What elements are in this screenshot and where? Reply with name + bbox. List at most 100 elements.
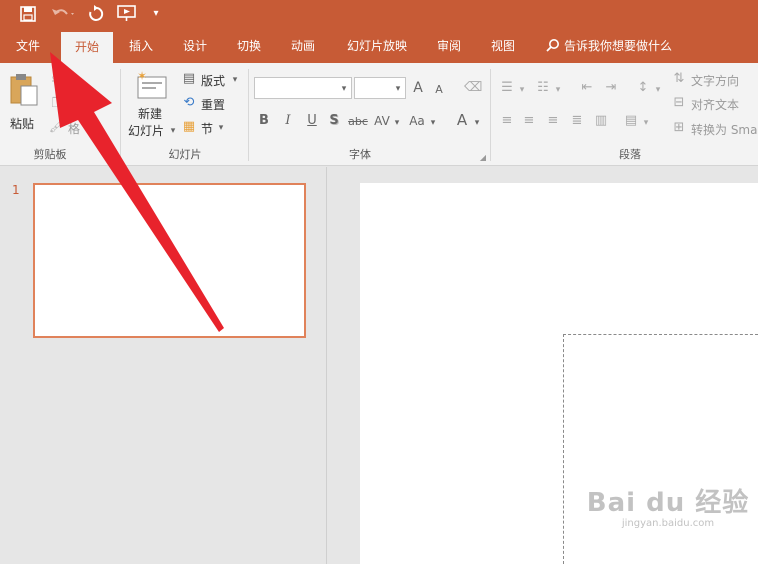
shadow-button[interactable]: S xyxy=(327,113,341,129)
font-color-dropdown-icon[interactable]: ▾ xyxy=(472,115,482,131)
tab-home[interactable]: 开始 xyxy=(61,32,113,63)
slide-thumbnail[interactable] xyxy=(33,183,306,338)
numbering-dropdown-icon[interactable]: ▾ xyxy=(553,82,563,98)
align-center-icon[interactable]: ≡ xyxy=(520,113,538,129)
layout-icon: ▤ xyxy=(182,71,196,86)
align-right-icon[interactable]: ≡ xyxy=(544,113,562,129)
character-spacing-dropdown-icon[interactable]: ▾ xyxy=(392,115,402,131)
text-direction-button[interactable]: ⇅ 文字方向 xyxy=(670,71,758,89)
bullets-icon[interactable]: ☰ xyxy=(498,80,516,96)
clipboard-group-label: 剪贴板 xyxy=(33,148,67,161)
paste-button[interactable]: 粘贴 xyxy=(6,71,42,131)
columns-icon[interactable]: ▤ xyxy=(622,113,640,129)
group-separator xyxy=(248,69,249,161)
line-spacing-icon[interactable]: ↕ xyxy=(634,80,652,96)
new-slide-icon: ✶ xyxy=(137,71,167,99)
font-size-input[interactable]: ▾ xyxy=(354,77,406,99)
strikethrough-button[interactable]: abc xyxy=(346,114,370,130)
slides-group-label: 幻灯片 xyxy=(168,148,202,161)
svg-text:✶: ✶ xyxy=(137,71,147,83)
decrease-font-size-button[interactable]: A xyxy=(432,82,446,98)
distributed-icon[interactable]: ▥ xyxy=(592,113,610,129)
text-direction-label: 文字方向 xyxy=(691,74,740,88)
new-slide-label-line1: 新建 xyxy=(138,107,163,121)
convert-smartart-label: 转换为 Sma xyxy=(691,123,758,137)
change-case-dropdown-icon[interactable]: ▾ xyxy=(428,115,438,131)
columns-dropdown-icon[interactable]: ▾ xyxy=(641,115,651,131)
watermark: Bai du 经验 jingyan.baidu.com xyxy=(578,488,758,530)
paste-icon xyxy=(10,74,38,106)
convert-smartart-button[interactable]: ⊞ 转换为 Sma xyxy=(670,120,758,138)
new-slide-button[interactable]: ✶ 新建 幻灯片 ▾ xyxy=(126,69,178,143)
cut-icon[interactable]: ✂ xyxy=(48,73,66,89)
paste-label: 粘贴 xyxy=(10,117,35,131)
text-direction-icon: ⇅ xyxy=(673,71,685,86)
section-button[interactable]: ▦ 节 ▾ xyxy=(180,119,240,137)
paragraph-group-label: 段落 xyxy=(619,148,641,161)
change-case-button[interactable]: Aa xyxy=(406,113,428,129)
smartart-icon: ⊞ xyxy=(673,120,685,135)
numbering-icon[interactable]: ☷ xyxy=(534,80,552,96)
copy-icon[interactable]: ❐ xyxy=(48,96,66,112)
character-spacing-button[interactable]: AV xyxy=(372,113,392,129)
underline-button[interactable]: U xyxy=(304,113,320,129)
increase-indent-icon[interactable]: ⇥ xyxy=(602,80,620,96)
increase-font-size-button[interactable]: A xyxy=(410,80,426,96)
font-name-dropdown-icon: ▾ xyxy=(341,84,347,94)
tell-me-box[interactable]: 告诉我你想要做什么 xyxy=(546,30,672,63)
reset-label: 重置 xyxy=(201,98,226,112)
layout-label: 版式 xyxy=(201,74,226,88)
tab-slideshow[interactable]: 幻灯片放映 xyxy=(336,30,418,63)
tab-file[interactable]: 文件 xyxy=(6,30,50,63)
clear-formatting-icon[interactable]: ⌫ xyxy=(464,80,482,96)
section-icon: ▦ xyxy=(182,119,196,134)
font-color-button[interactable]: A xyxy=(454,112,470,128)
tab-design[interactable]: 设计 xyxy=(174,30,216,63)
slideshow-start-icon[interactable] xyxy=(114,2,140,26)
align-text-icon: ⊟ xyxy=(673,95,685,110)
group-separator xyxy=(120,69,121,161)
save-icon[interactable] xyxy=(16,2,40,26)
ribbon-home: 粘贴 ✂ ❐ ▾ 🖌 格 剪贴板 ✶ 新建 幻灯片 ▾ ▤ 版式 ▾ ⟲ 重置 … xyxy=(0,63,758,166)
align-left-icon[interactable]: ≡ xyxy=(498,113,516,129)
justify-icon[interactable]: ≣ xyxy=(568,113,586,129)
tell-me-text: 告诉我你想要做什么 xyxy=(564,39,673,53)
section-dropdown-icon: ▾ xyxy=(218,123,224,133)
tab-insert[interactable]: 插入 xyxy=(120,30,162,63)
font-dialog-launcher-icon[interactable]: ◢ xyxy=(478,150,488,166)
reset-button[interactable]: ⟲ 重置 xyxy=(180,95,240,113)
tab-animations[interactable]: 动画 xyxy=(282,30,324,63)
copy-dropdown-icon[interactable]: ▾ xyxy=(100,96,112,112)
customize-qat-icon[interactable]: ▾ xyxy=(148,2,164,26)
new-slide-label-line2: 幻灯片 xyxy=(128,124,165,138)
font-size-dropdown-icon: ▾ xyxy=(395,84,401,94)
align-text-button[interactable]: ⊟ 对齐文本 xyxy=(670,95,758,113)
group-separator xyxy=(490,69,491,161)
decrease-indent-icon[interactable]: ⇤ xyxy=(578,80,596,96)
slide-number: 1 xyxy=(12,183,20,197)
reset-icon: ⟲ xyxy=(183,95,195,110)
format-painter-button[interactable]: 🖌 格 xyxy=(48,119,108,137)
bold-button[interactable]: B xyxy=(256,113,272,129)
align-text-label: 对齐文本 xyxy=(691,98,740,112)
font-name-input[interactable]: ▾ xyxy=(254,77,352,99)
tab-transitions[interactable]: 切换 xyxy=(228,30,270,63)
tab-view[interactable]: 视图 xyxy=(482,30,524,63)
ribbon-tabs: 文件 开始 插入 设计 切换 动画 幻灯片放映 审阅 视图 告诉我你想要做什么 xyxy=(0,30,758,63)
tab-review[interactable]: 审阅 xyxy=(428,30,470,63)
search-icon xyxy=(546,39,559,52)
repeat-icon[interactable] xyxy=(84,2,108,26)
font-group-label: 字体 xyxy=(349,148,371,161)
line-spacing-dropdown-icon[interactable]: ▾ xyxy=(653,82,663,98)
format-painter-label: 格 xyxy=(68,122,81,136)
quick-access-toolbar: ▾ xyxy=(0,0,758,30)
watermark-sub: jingyan.baidu.com xyxy=(621,518,715,529)
section-label: 节 xyxy=(201,122,214,136)
italic-button[interactable]: I xyxy=(280,113,296,129)
layout-button[interactable]: ▤ 版式 ▾ xyxy=(180,71,240,89)
undo-icon[interactable] xyxy=(48,2,78,26)
bullets-dropdown-icon[interactable]: ▾ xyxy=(517,82,527,98)
brush-icon: 🖌 xyxy=(48,119,66,134)
new-slide-dropdown-icon[interactable]: ▾ xyxy=(168,123,178,139)
watermark-main: Bai du 经验 xyxy=(586,488,750,518)
